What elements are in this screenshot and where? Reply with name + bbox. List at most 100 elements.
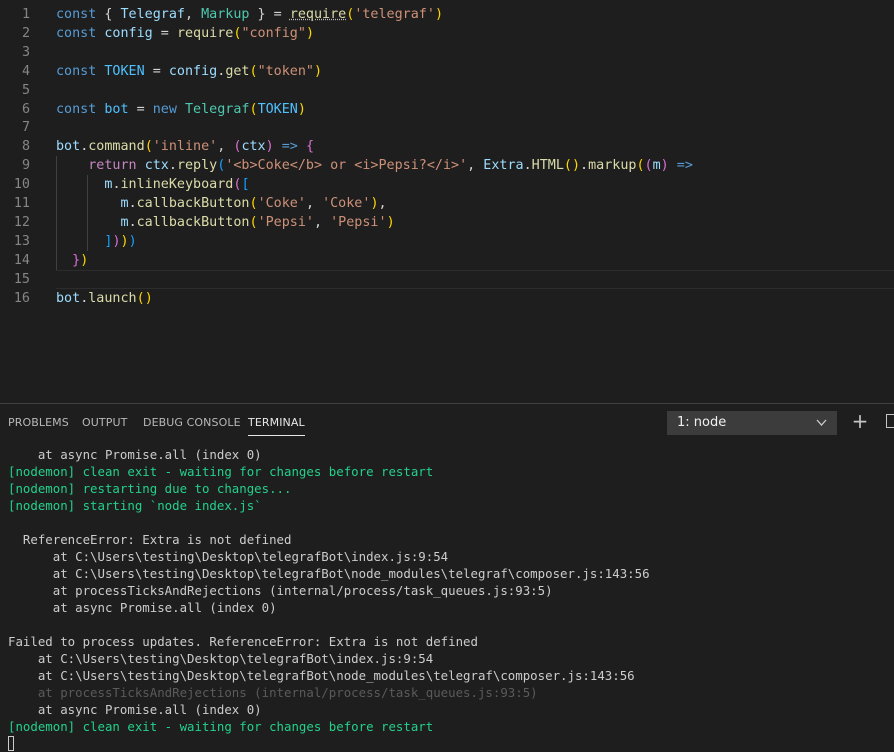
line-number: 13 bbox=[13, 233, 30, 249]
code-token: Telegraf bbox=[185, 101, 250, 117]
terminal-line: at async Promise.all (index 0) bbox=[8, 702, 262, 717]
code-token: get bbox=[225, 63, 250, 79]
code-token: ( bbox=[144, 139, 153, 155]
code-token: launch bbox=[88, 290, 137, 306]
code-token: "token" bbox=[257, 63, 314, 79]
terminal-line: Failed to process updates. ReferenceErro… bbox=[8, 634, 478, 649]
line-number: 3 bbox=[21, 44, 30, 60]
line-number: 14 bbox=[13, 252, 30, 268]
code-line: 14 }) bbox=[0, 251, 894, 270]
code-token: const bbox=[56, 7, 97, 22]
code-token: ( bbox=[249, 63, 258, 79]
code-token: "config" bbox=[241, 25, 306, 41]
code-line: 12 m.callbackButton('Pepsi', 'Pepsi') bbox=[0, 213, 894, 232]
tab-terminal[interactable]: TERMINAL bbox=[248, 414, 305, 436]
line-number: 12 bbox=[13, 214, 30, 230]
line-number: 10 bbox=[13, 177, 30, 193]
code-token: ( bbox=[249, 101, 258, 117]
terminal-line: at C:\Users\testing\Desktop\telegrafBot\… bbox=[8, 549, 449, 564]
code-token: command bbox=[88, 139, 145, 155]
code-line: 16 bot.launch() bbox=[0, 289, 894, 308]
code-token: m bbox=[120, 214, 129, 230]
code-token: ) bbox=[660, 158, 669, 174]
code-token: . bbox=[112, 177, 121, 193]
code-token: return bbox=[88, 158, 137, 174]
line-number: 5 bbox=[21, 82, 30, 98]
code-token: ( bbox=[136, 290, 145, 306]
code-editor[interactable]: 1 const { Telegraf, Markup } = require('t… bbox=[0, 0, 894, 403]
tab-problems[interactable]: PROBLEMS bbox=[8, 414, 69, 431]
bottom-panel: PROBLEMS OUTPUT DEBUG CONSOLE TERMINAL 1… bbox=[0, 403, 894, 752]
split-terminal-icon[interactable] bbox=[886, 414, 894, 428]
code-token: config bbox=[168, 63, 218, 79]
tab-debug-console[interactable]: DEBUG CONSOLE bbox=[143, 414, 241, 431]
code-token: Markup bbox=[201, 7, 250, 22]
terminal-select[interactable]: 1: node bbox=[667, 411, 837, 435]
code-token: callbackButton bbox=[136, 196, 250, 211]
code-token: => bbox=[281, 139, 298, 155]
code-text: m.callbackButton('Pepsi', 'Pepsi') bbox=[56, 213, 395, 232]
code-token: ) bbox=[314, 63, 323, 79]
plus-icon[interactable]: + bbox=[851, 410, 869, 432]
code-line: 9 return ctx.reply('<b>Coke</b> or <i>Pe… bbox=[0, 156, 894, 175]
code-token: . bbox=[128, 214, 137, 230]
code-token: 'Pepsi' bbox=[257, 214, 314, 230]
code-token: = bbox=[144, 63, 169, 79]
code-line: 11 m.callbackButton('Coke', 'Coke'), bbox=[0, 194, 894, 213]
terminal-line: at processTicksAndRejections (internal/p… bbox=[8, 685, 538, 700]
code-token: '<b>Coke</b> or <i>Pepsi?</i>' bbox=[225, 158, 468, 174]
code-token: ctx bbox=[241, 139, 266, 155]
code-token: HTML bbox=[531, 158, 564, 174]
line-number: 2 bbox=[21, 25, 30, 41]
code-token: ) bbox=[265, 139, 274, 155]
code-token: ) bbox=[305, 25, 314, 41]
code-token: { bbox=[96, 7, 121, 22]
terminal-line: at C:\Users\testing\Desktop\telegrafBot\… bbox=[8, 566, 650, 581]
code-token: ctx bbox=[144, 158, 169, 174]
code-token: = bbox=[128, 101, 153, 117]
code-text: }) bbox=[56, 251, 88, 270]
code-token: ) bbox=[571, 158, 581, 174]
code-line: 15 bbox=[0, 270, 894, 289]
line-number: 16 bbox=[13, 290, 30, 306]
code-token: , bbox=[314, 214, 331, 230]
code-text: m.callbackButton('Coke', 'Coke'), bbox=[56, 194, 387, 213]
terminal-line: [nodemon] clean exit - waiting for chang… bbox=[8, 464, 434, 479]
code-token: => bbox=[676, 158, 693, 174]
code-token: . bbox=[523, 158, 532, 174]
tab-output[interactable]: OUTPUT bbox=[82, 414, 127, 431]
code-token: . bbox=[580, 158, 589, 174]
code-line: 13 ]))) bbox=[0, 232, 894, 251]
code-token: ( bbox=[644, 158, 653, 174]
code-token: } = bbox=[249, 7, 290, 22]
code-token: m bbox=[652, 158, 661, 174]
terminal-line: at C:\Users\testing\Desktop\telegrafBot\… bbox=[8, 651, 434, 666]
line-number: 7 bbox=[21, 120, 30, 136]
terminal-line: [nodemon] clean exit - waiting for chang… bbox=[8, 719, 434, 734]
terminal-line: at processTicksAndRejections (internal/p… bbox=[8, 583, 553, 598]
code-token: 'Pepsi' bbox=[330, 214, 387, 230]
code-line: 2 const config = require("config") bbox=[0, 24, 894, 43]
code-line: 1 const { Telegraf, Markup } = require('t… bbox=[0, 5, 894, 24]
code-token: const bbox=[56, 101, 97, 117]
code-token: , bbox=[467, 158, 484, 174]
code-token: ) bbox=[80, 252, 89, 268]
code-text: const config = require("config") bbox=[56, 24, 314, 43]
line-number: 8 bbox=[21, 139, 30, 155]
code-line: 3 bbox=[0, 43, 894, 62]
code-token: ) bbox=[434, 7, 443, 22]
code-text: bot.launch() bbox=[56, 289, 153, 308]
code-token: new bbox=[152, 101, 177, 117]
code-text: m.inlineKeyboard([ bbox=[56, 175, 249, 194]
code-token: TOKEN bbox=[104, 63, 145, 79]
terminal-line: [nodemon] restarting due to changes... bbox=[8, 481, 292, 496]
code-token: Telegraf bbox=[120, 7, 186, 22]
code-token: 'Coke' bbox=[257, 196, 306, 211]
code-text: ]))) bbox=[56, 232, 136, 251]
code-line: 5 bbox=[0, 81, 894, 100]
